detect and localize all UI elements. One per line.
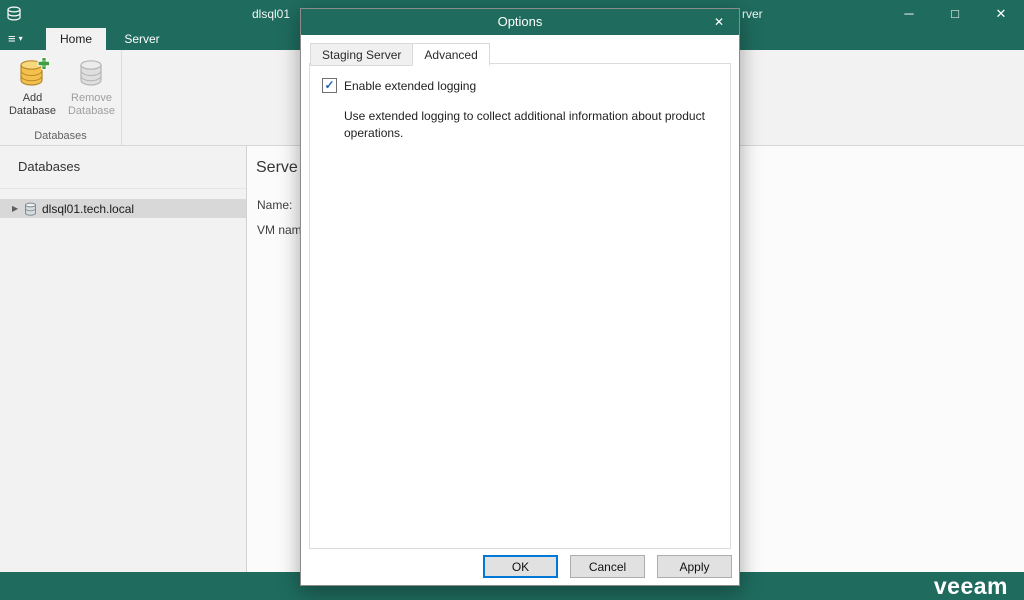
close-icon[interactable]: ✕ xyxy=(978,0,1024,28)
check-icon: ✓ xyxy=(324,78,335,92)
database-icon xyxy=(24,202,37,216)
dialog-buttons: OK Cancel Apply xyxy=(483,555,732,578)
window-title-fragment-right: rver xyxy=(742,7,763,21)
options-dialog: Options ✕ Staging Server Advanced ✓ Enab… xyxy=(300,8,740,586)
checkbox-label: Enable extended logging xyxy=(344,78,477,93)
tab-staging-server[interactable]: Staging Server xyxy=(310,43,414,66)
apply-button[interactable]: Apply xyxy=(657,555,732,578)
maximize-icon[interactable]: □ xyxy=(932,0,978,28)
cancel-button[interactable]: Cancel xyxy=(570,555,645,578)
enable-extended-logging-checkbox[interactable]: ✓ xyxy=(322,78,337,93)
hamburger-icon: ≡ xyxy=(8,31,16,46)
minimize-icon[interactable]: ─ xyxy=(886,0,932,28)
tab-advanced[interactable]: Advanced xyxy=(412,43,490,66)
app-window: dlsql01 rver ─ □ ✕ ≡ ▾ Home Server Add D… xyxy=(0,0,1024,600)
app-icon xyxy=(6,5,24,23)
advanced-tab-panel: ✓ Enable extended logging Use extended l… xyxy=(309,63,731,549)
ok-button[interactable]: OK xyxy=(483,555,558,578)
remove-database-label: Remove Database xyxy=(67,92,116,118)
caret-down-icon: ▾ xyxy=(18,34,23,43)
ribbon-group-label: Databases xyxy=(34,130,87,142)
add-database-icon xyxy=(17,57,50,89)
window-title-fragment-left: dlsql01 xyxy=(252,7,291,21)
dialog-titlebar: Options ✕ xyxy=(301,9,739,35)
tree-expand-icon[interactable]: ▶ xyxy=(12,204,24,213)
dialog-title: Options xyxy=(497,14,543,29)
sidebar-databases: Databases ▶ dlsql01.tech.local xyxy=(0,146,247,572)
tab-server[interactable]: Server xyxy=(112,28,172,50)
remove-database-button[interactable]: Remove Database xyxy=(64,55,119,127)
veeam-logo: veeam xyxy=(933,573,1008,599)
remove-database-icon xyxy=(76,57,108,89)
main-menu-button[interactable]: ≡ ▾ xyxy=(8,28,23,50)
tree-item-label: dlsql01.tech.local xyxy=(42,201,135,216)
add-database-button[interactable]: Add Database xyxy=(5,55,60,127)
window-controls: ─ □ ✕ xyxy=(886,0,1024,28)
add-database-label: Add Database xyxy=(8,92,57,118)
dialog-close-icon[interactable]: ✕ xyxy=(705,9,733,35)
sidebar-header: Databases xyxy=(0,146,246,189)
tree-item-dlsql01[interactable]: ▶ dlsql01.tech.local xyxy=(0,199,246,218)
tab-home[interactable]: Home xyxy=(46,28,106,50)
dialog-tabstrip: Staging Server Advanced xyxy=(310,43,490,66)
ribbon-group-databases: Add Database Remove Database Databases xyxy=(0,50,122,145)
extended-logging-description: Use extended logging to collect addition… xyxy=(344,109,705,140)
